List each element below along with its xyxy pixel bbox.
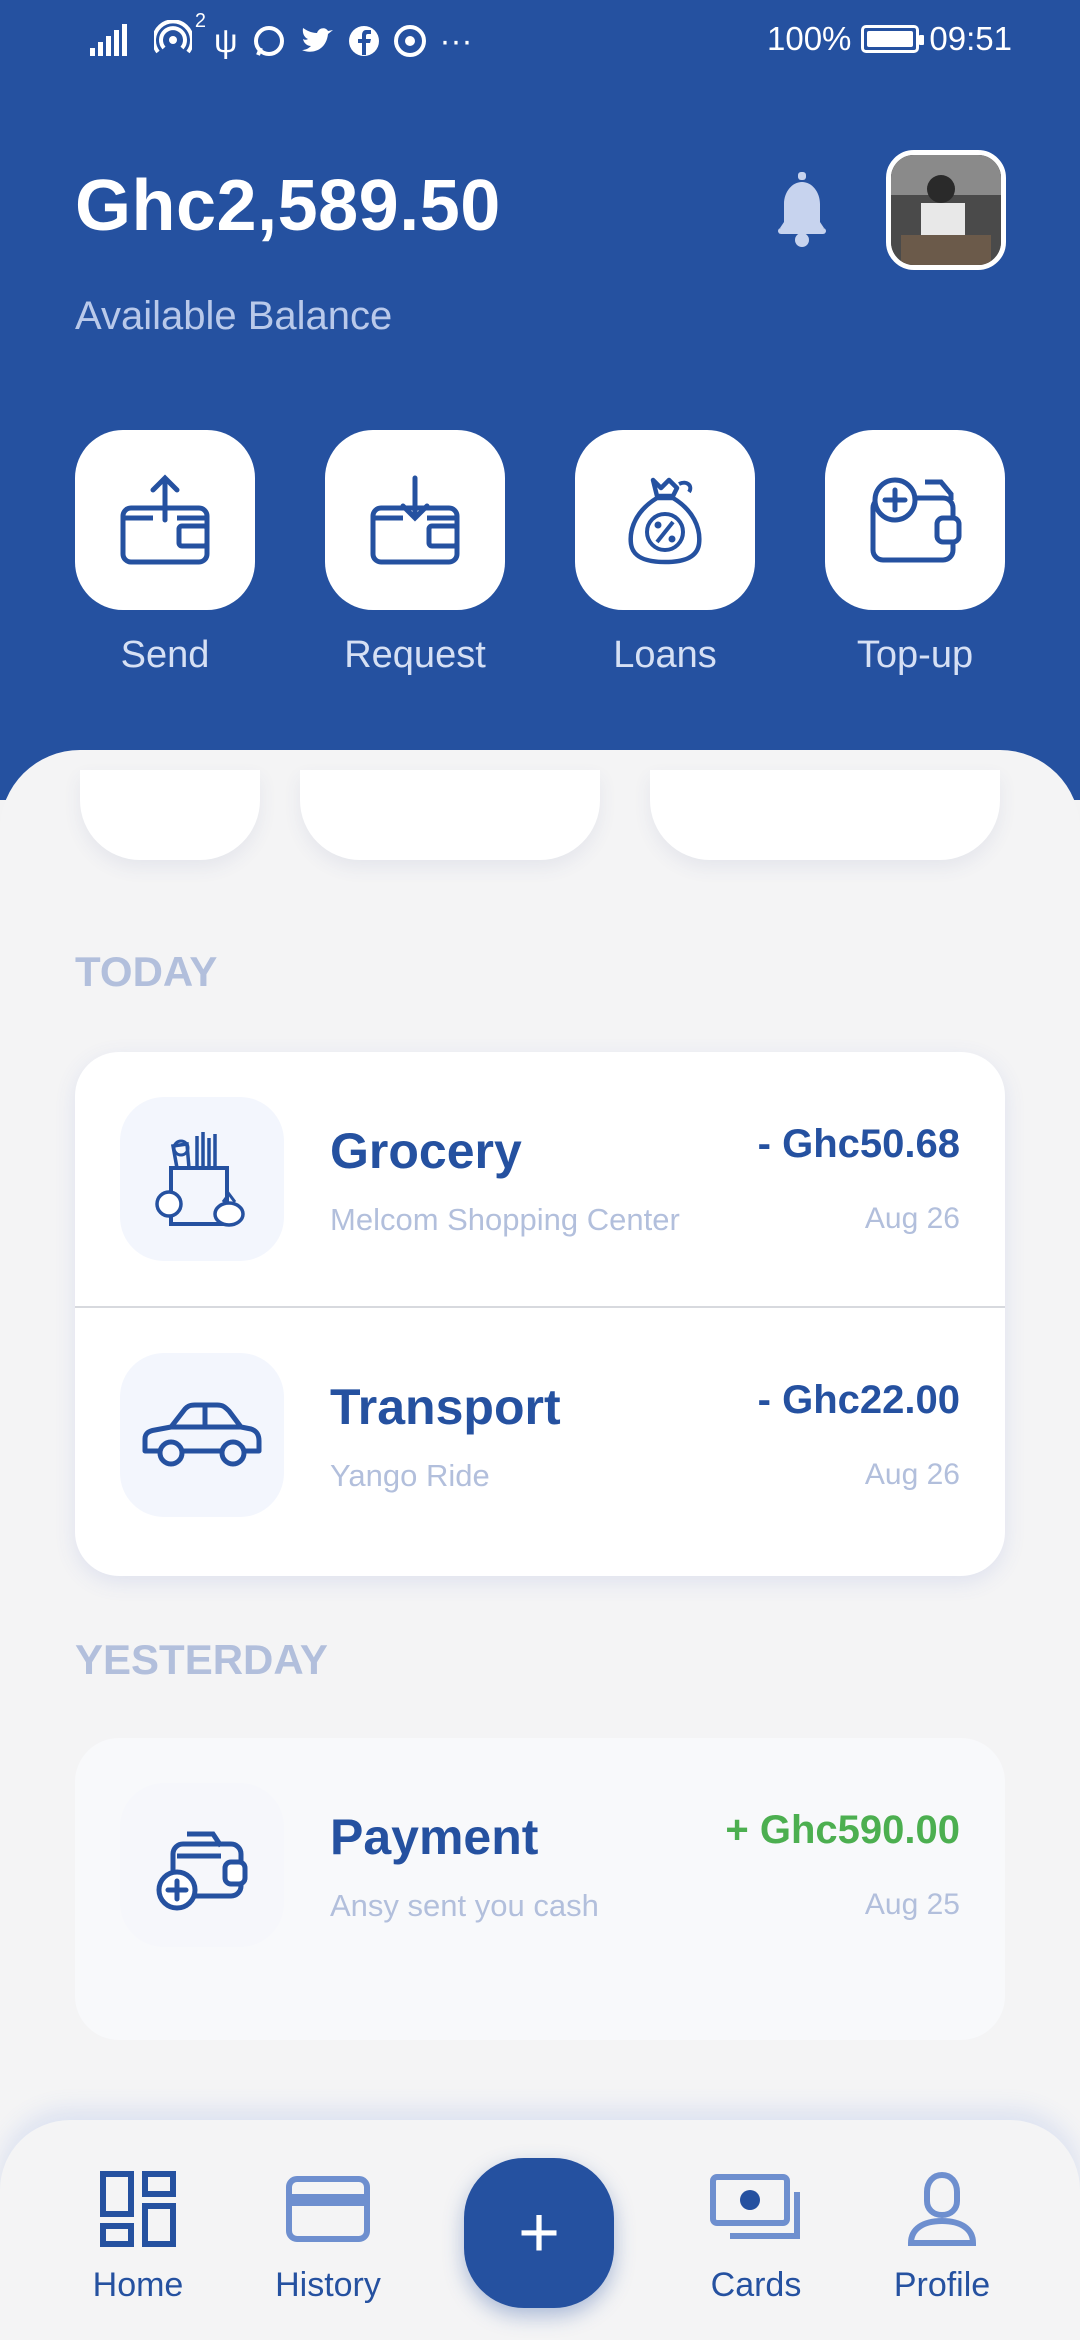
add-button[interactable]: + xyxy=(464,2158,614,2308)
grocery-bag-icon xyxy=(155,1132,245,1227)
nav-home-label: Home xyxy=(92,2266,184,2304)
transaction-date: Aug 25 xyxy=(864,1888,960,1921)
scroll-ghost-card xyxy=(650,770,1000,860)
nav-cards-label: Cards xyxy=(710,2266,802,2304)
action-request[interactable]: Request xyxy=(325,430,505,677)
nav-cards[interactable]: Cards xyxy=(676,2168,836,2305)
more-notifications-icon: ··· xyxy=(439,22,473,59)
wallet-send-icon xyxy=(120,474,210,565)
send-tile[interactable] xyxy=(75,430,255,610)
whatsapp-icon xyxy=(253,26,284,56)
grocery-icon-tile xyxy=(120,1097,284,1261)
payment-icon-tile xyxy=(120,1783,284,1947)
signal-superscript: 2 xyxy=(194,10,206,32)
transaction-title: Grocery xyxy=(330,1123,522,1179)
status-bar: 2 ψ ··· 100% 09:51 xyxy=(0,0,1080,80)
clock: 09:51 xyxy=(929,20,1012,57)
request-tile[interactable] xyxy=(325,430,505,610)
chrome-icon xyxy=(393,25,426,57)
action-topup[interactable]: Top-up xyxy=(825,430,1005,677)
transaction-amount: + Ghc590.00 xyxy=(725,1808,960,1852)
transaction-subtitle: Ansy sent you cash xyxy=(330,1888,599,1923)
today-transactions-card: Grocery Melcom Shopping Center - Ghc50.6… xyxy=(75,1052,1005,1576)
dashboard-grid-icon xyxy=(100,2171,176,2247)
topup-tile[interactable] xyxy=(825,430,1005,610)
status-icons-left: 2 ψ ··· xyxy=(88,10,473,62)
balance-label: Available Balance xyxy=(75,294,393,338)
cash-icon xyxy=(710,2174,800,2239)
transaction-title: Transport xyxy=(330,1379,561,1435)
transaction-row[interactable]: Grocery Melcom Shopping Center - Ghc50.6… xyxy=(75,1052,1005,1306)
send-label: Send xyxy=(120,634,210,676)
section-today: TODAY xyxy=(75,948,218,995)
wallet-plus-icon xyxy=(870,477,962,563)
wallet-add-icon xyxy=(156,1831,248,1911)
wifi-hotspot-icon: 2 xyxy=(152,10,206,62)
loans-tile[interactable] xyxy=(575,430,755,610)
nav-history[interactable]: History xyxy=(248,2168,408,2305)
transaction-row[interactable]: Payment Ansy sent you cash + Ghc590.00 A… xyxy=(75,1738,1005,1992)
credit-card-icon xyxy=(286,2176,370,2242)
transaction-date: Aug 26 xyxy=(864,1458,960,1491)
loans-label: Loans xyxy=(613,634,717,676)
header: 2 ψ ··· 100% 09:51 Ghc2,589.50 Available… xyxy=(0,0,1080,800)
profile-icon xyxy=(907,2171,977,2246)
battery-percent: 100% xyxy=(767,20,852,57)
transaction-title: Payment xyxy=(330,1809,539,1865)
usb-icon: ψ xyxy=(214,22,238,59)
notification-bell-icon[interactable] xyxy=(770,170,834,250)
nav-profile[interactable]: Profile xyxy=(862,2168,1022,2305)
balance-amount: Ghc2,589.50 xyxy=(75,166,501,246)
section-yesterday: YESTERDAY xyxy=(75,1636,328,1683)
transaction-row[interactable]: Transport Yango Ride - Ghc22.00 Aug 26 xyxy=(75,1308,1005,1562)
yesterday-transactions-card: Payment Ansy sent you cash + Ghc590.00 A… xyxy=(75,1738,1005,2040)
transaction-subtitle: Yango Ride xyxy=(330,1458,490,1493)
battery-icon xyxy=(861,25,925,53)
action-loans[interactable]: Loans xyxy=(575,430,755,677)
facebook-icon xyxy=(348,26,379,56)
nav-profile-label: Profile xyxy=(893,2266,991,2304)
action-send[interactable]: Send xyxy=(75,430,255,677)
twitter-icon xyxy=(301,28,333,52)
quick-actions: Send Request Loans Top-up xyxy=(75,430,1005,700)
status-icons-right: 100% 09:51 xyxy=(767,20,1012,58)
avatar-photo xyxy=(891,155,1001,265)
scroll-ghost-card xyxy=(80,770,260,860)
wallet-receive-icon xyxy=(370,475,460,565)
avatar[interactable] xyxy=(886,150,1006,270)
transaction-date: Aug 26 xyxy=(864,1202,960,1235)
nav-history-label: History xyxy=(275,2266,381,2304)
topup-label: Top-up xyxy=(856,634,974,676)
nav-home[interactable]: Home xyxy=(58,2168,218,2305)
scroll-ghost-card xyxy=(300,770,600,860)
car-icon xyxy=(142,1402,262,1467)
transaction-amount: - Ghc22.00 xyxy=(757,1378,960,1422)
transaction-subtitle: Melcom Shopping Center xyxy=(330,1202,680,1237)
money-bag-percent-icon xyxy=(628,477,702,565)
cellular-signal-icon xyxy=(90,24,127,56)
transport-icon-tile xyxy=(120,1353,284,1517)
transaction-amount: - Ghc50.68 xyxy=(757,1122,960,1166)
request-label: Request xyxy=(344,634,486,676)
